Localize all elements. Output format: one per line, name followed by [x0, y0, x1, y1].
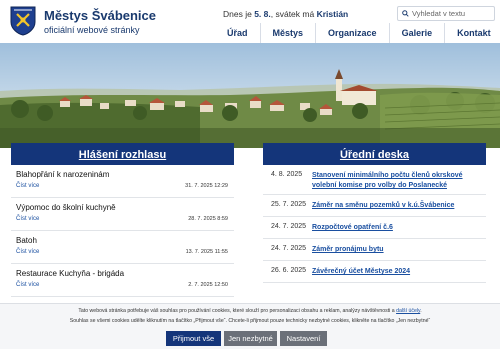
list-item[interactable]: Blahopřání k narozeninám Číst více 31. 7… [11, 165, 234, 198]
official-board-panel: Úřední deska 4. 8. 2025 Stanovení minimá… [263, 143, 486, 303]
site-subtitle: oficiální webové stránky [44, 25, 140, 35]
nav-organizace[interactable]: Organizace [315, 23, 389, 43]
today-middle: , svátek má [270, 9, 315, 19]
board-header: Úřední deska [263, 143, 486, 165]
read-more-link[interactable]: Číst více [16, 216, 39, 222]
announcements-heading[interactable]: Hlášení rozhlasu [79, 149, 166, 161]
today-date: 5. 8. [254, 9, 271, 19]
list-item[interactable]: 26. 6. 2025 Závěrečný účet Městyse 2024 [263, 261, 486, 283]
town-panorama-image [0, 43, 500, 148]
announcement-title[interactable]: Výpomoc do školní kuchyně [16, 203, 116, 212]
board-date: 25. 7. 2025 [271, 201, 307, 208]
nav-galerie[interactable]: Galerie [388, 23, 445, 43]
today-info: Dnes je 5. 8., svátek má Kristián [223, 9, 348, 19]
announcement-date: 13. 7. 2025 11:55 [185, 249, 228, 255]
board-title-link[interactable]: Závěrečný účet Městyse 2024 [312, 267, 480, 277]
list-item[interactable]: Výpomoc do školní kuchyně Číst více 28. … [11, 198, 234, 231]
main-nav: Úřad Městys Organizace Galerie Kontakt [215, 23, 500, 43]
site-header: Městys Švábenice oficiální webové stránk… [0, 0, 500, 43]
announcement-title[interactable]: Restaurace Kuchyňa - brigáda [16, 269, 124, 278]
list-item[interactable]: 4. 8. 2025 Stanovení minimálního počtu č… [263, 165, 486, 195]
nav-mestys[interactable]: Městys [259, 23, 316, 43]
board-title-link[interactable]: Stanovení minimálního počtu členů okrsko… [312, 171, 480, 191]
accept-all-button[interactable]: Přijmout vše [166, 331, 221, 346]
name-day: Kristián [316, 9, 349, 19]
site-title[interactable]: Městys Švábenice [44, 8, 156, 23]
board-title-link[interactable]: Rozpočtové opatření č.6 [312, 223, 480, 233]
list-item[interactable]: 25. 7. 2025 Záměr na směnu pozemků v k.ú… [263, 195, 486, 217]
hero-image [0, 43, 500, 148]
search-input[interactable] [412, 8, 490, 19]
read-more-link[interactable]: Číst více [16, 282, 39, 288]
board-heading[interactable]: Úřední deska [340, 149, 409, 161]
cookie-settings-button[interactable]: Nastavení [280, 331, 327, 346]
today-prefix: Dnes je [223, 9, 252, 19]
board-date: 24. 7. 2025 [271, 245, 307, 252]
board-title-link[interactable]: Záměr na směnu pozemků v k.ú.Švábenice [312, 201, 480, 211]
cookie-text: Tato webová stránka potřebuje váš souhla… [78, 308, 395, 314]
board-date: 24. 7. 2025 [271, 223, 307, 230]
nav-kontakt[interactable]: Kontakt [444, 23, 500, 43]
read-more-link[interactable]: Číst více [16, 183, 39, 189]
board-date: 4. 8. 2025 [271, 171, 303, 178]
announcements-panel: Hlášení rozhlasu Blahopřání k narozeniná… [11, 143, 234, 303]
read-more-link[interactable]: Číst více [16, 249, 39, 255]
announcement-date: 28. 7. 2025 8:59 [188, 216, 228, 222]
announcement-date: 2. 7. 2025 12:50 [188, 282, 228, 288]
announcement-date: 31. 7. 2025 12:29 [185, 183, 228, 189]
nav-urad[interactable]: Úřad [215, 23, 260, 43]
coat-of-arms-icon[interactable] [10, 6, 36, 36]
board-date: 26. 6. 2025 [271, 267, 307, 274]
announcements-header: Hlášení rozhlasu [11, 143, 234, 165]
list-item[interactable]: Batoh Číst více 13. 7. 2025 11:55 [11, 231, 234, 264]
list-item[interactable]: Restaurace Kuchyňa - brigáda Číst více 2… [11, 264, 234, 297]
announcement-title[interactable]: Batoh [16, 236, 37, 245]
list-item[interactable]: 24. 7. 2025 Rozpočtové opatření č.6 [263, 217, 486, 239]
cookie-text-line2: Souhlas se všemi cookies udělte kliknutí… [69, 318, 431, 324]
cookie-consent-bar: Tato webová stránka potřebuje váš souhla… [0, 303, 500, 349]
search-icon[interactable] [402, 10, 409, 17]
cookie-more-link[interactable]: další účely [396, 308, 420, 314]
board-title-link[interactable]: Záměr pronájmu bytu [312, 245, 480, 255]
necessary-only-button[interactable]: Jen nezbytné [224, 331, 277, 346]
search-box[interactable] [397, 6, 495, 21]
list-item[interactable]: 24. 7. 2025 Záměr pronájmu bytu [263, 239, 486, 261]
announcement-title[interactable]: Blahopřání k narozeninám [16, 170, 109, 179]
cookie-text-line1: Tato webová stránka potřebuje váš souhla… [78, 308, 422, 314]
